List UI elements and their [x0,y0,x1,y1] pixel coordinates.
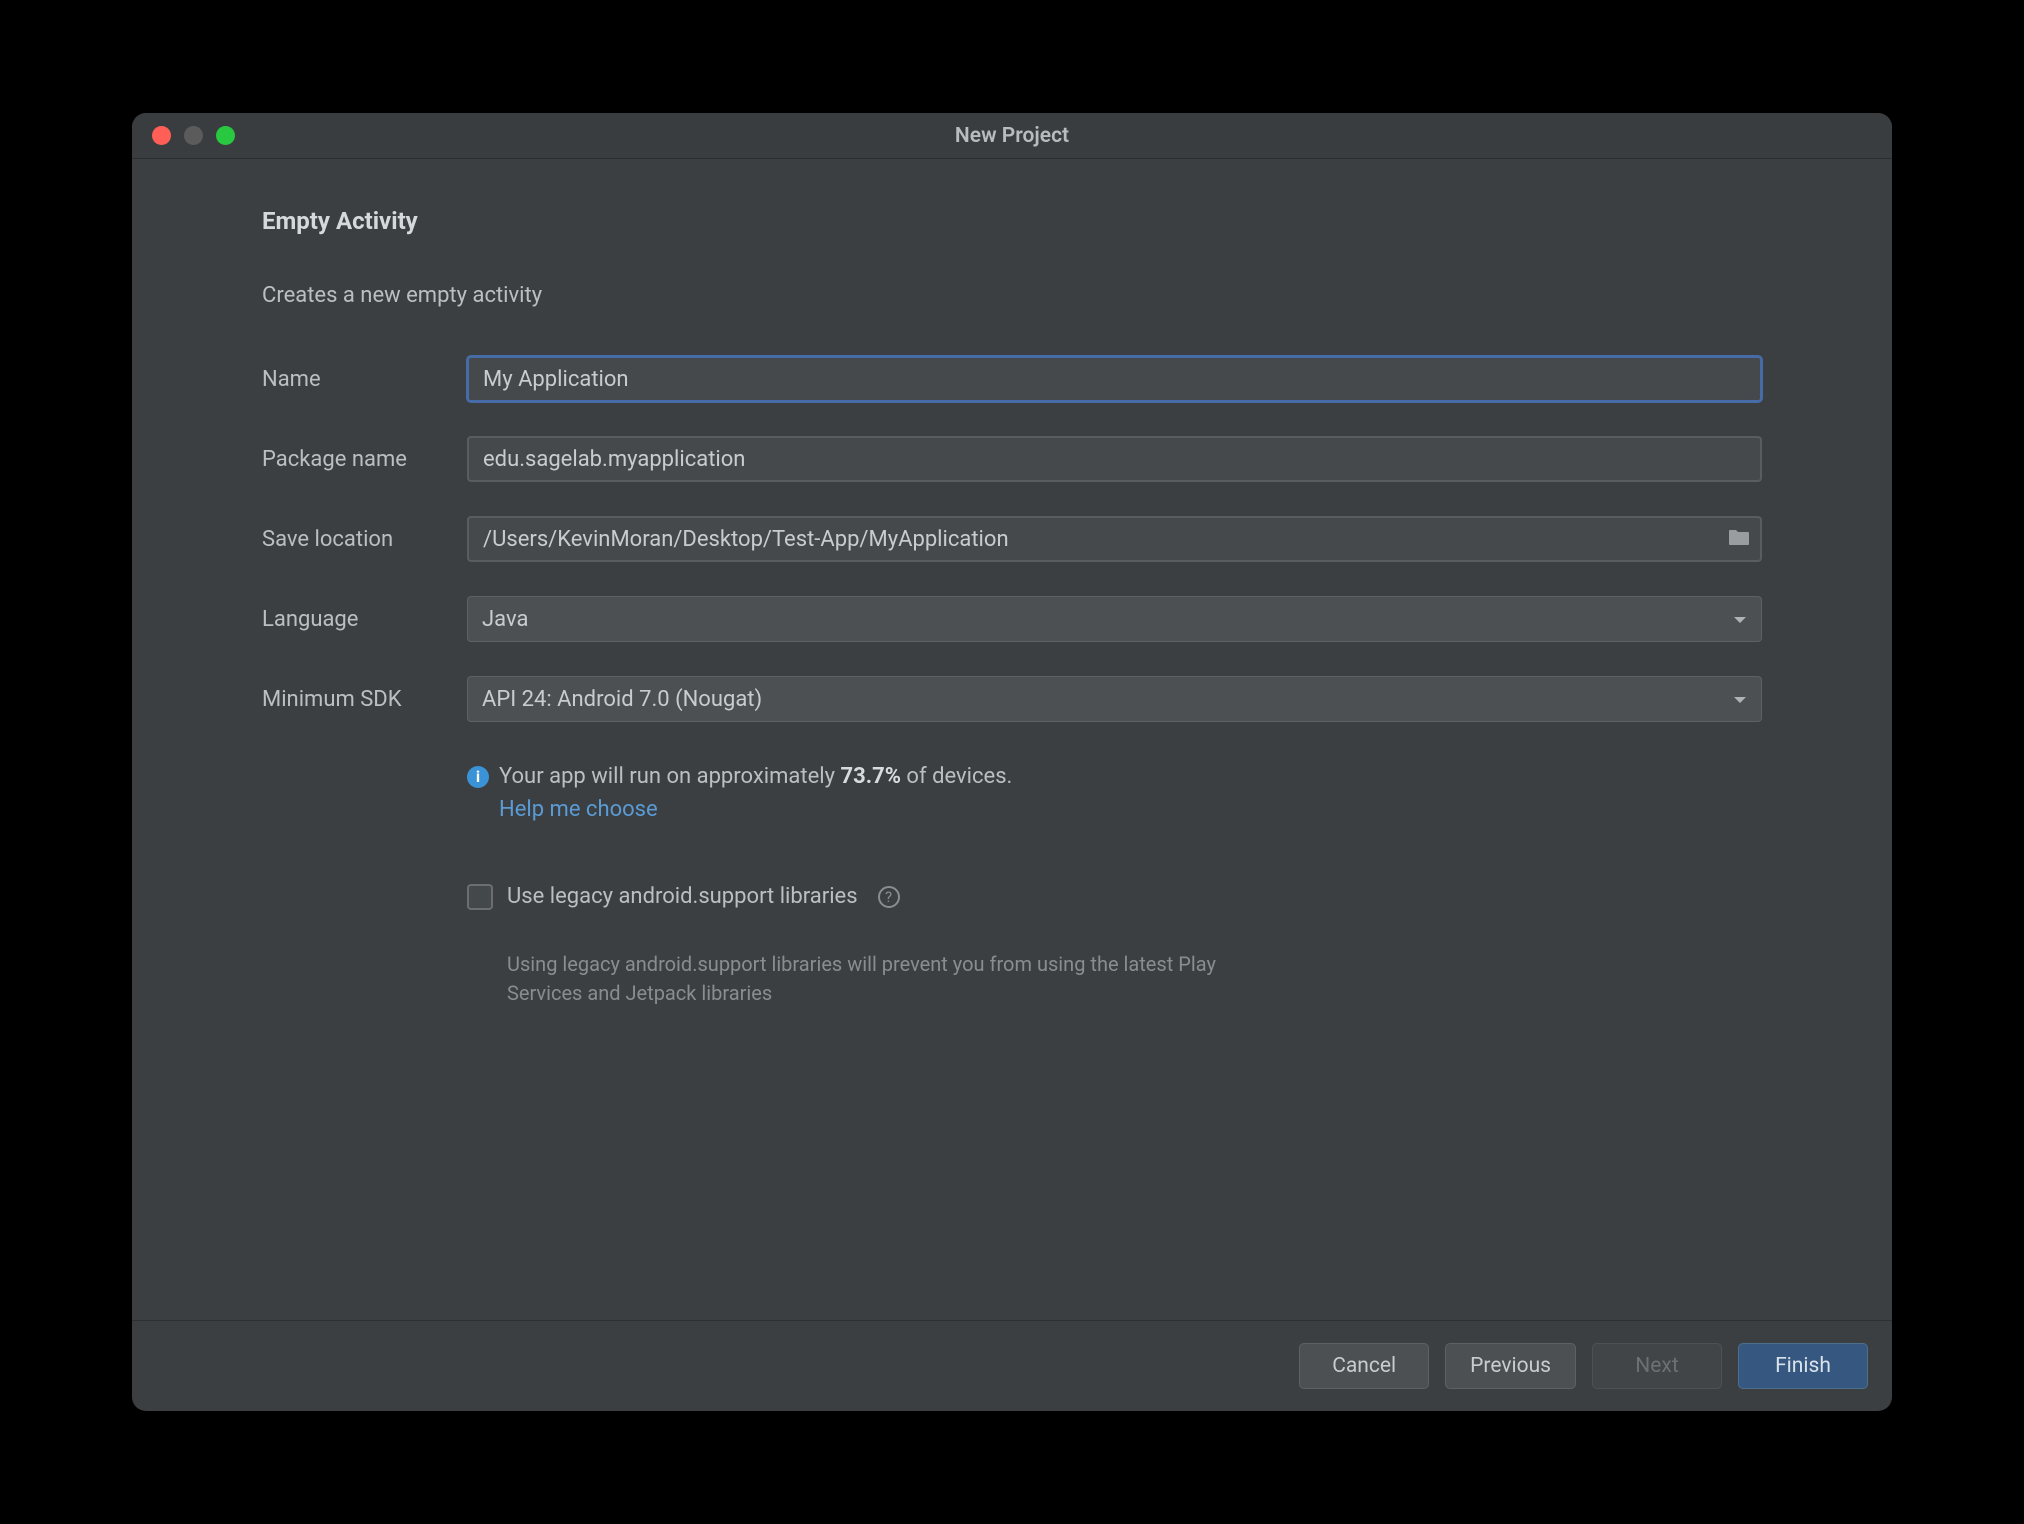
finish-button[interactable]: Finish [1738,1343,1868,1389]
location-input[interactable] [467,516,1762,562]
name-label: Name [262,367,467,392]
cancel-button[interactable]: Cancel [1299,1343,1429,1389]
chevron-down-icon [1733,687,1747,712]
page-heading: Empty Activity [262,207,1762,235]
sdk-info-suffix: of devices. [901,764,1012,789]
language-value: Java [482,607,528,632]
sdk-select[interactable]: API 24: Android 7.0 (Nougat) [467,676,1762,722]
location-label: Save location [262,527,467,552]
language-label: Language [262,607,467,632]
name-input[interactable] [467,356,1762,402]
form-grid: Name Package name Save location Language… [262,356,1762,1008]
info-icon: i [467,766,489,788]
close-icon[interactable] [152,126,171,145]
package-input[interactable] [467,436,1762,482]
legacy-checkbox-row: Use legacy android.support libraries ? [467,884,1762,910]
help-icon[interactable]: ? [878,886,900,908]
new-project-window: New Project Empty Activity Creates a new… [132,113,1892,1411]
window-title: New Project [132,124,1892,148]
legacy-hint: Using legacy android.support libraries w… [507,950,1227,1008]
chevron-down-icon [1733,607,1747,632]
sdk-info-block: i Your app will run on approximately 73.… [467,762,1762,822]
sdk-info-text: Your app will run on approximately 73.7%… [499,762,1012,793]
page-subheading: Creates a new empty activity [262,283,1762,308]
sdk-info-line: i Your app will run on approximately 73.… [467,762,1762,793]
language-select[interactable]: Java [467,596,1762,642]
titlebar: New Project [132,113,1892,159]
traffic-lights [132,126,235,145]
package-label: Package name [262,447,467,472]
content-area: Empty Activity Creates a new empty activ… [132,159,1892,1320]
minimize-icon[interactable] [184,126,203,145]
maximize-icon[interactable] [216,126,235,145]
sdk-value: API 24: Android 7.0 (Nougat) [482,687,762,712]
sdk-info-prefix: Your app will run on approximately [499,764,840,789]
location-input-wrap [467,516,1762,562]
next-button: Next [1592,1343,1722,1389]
previous-button[interactable]: Previous [1445,1343,1576,1389]
sdk-label: Minimum SDK [262,687,467,712]
help-me-choose-link[interactable]: Help me choose [499,797,658,822]
legacy-checkbox-label: Use legacy android.support libraries [507,884,858,909]
folder-icon[interactable] [1728,528,1750,550]
sdk-info-percent: 73.7% [840,764,901,789]
footer: Cancel Previous Next Finish [132,1320,1892,1411]
legacy-checkbox[interactable] [467,884,493,910]
